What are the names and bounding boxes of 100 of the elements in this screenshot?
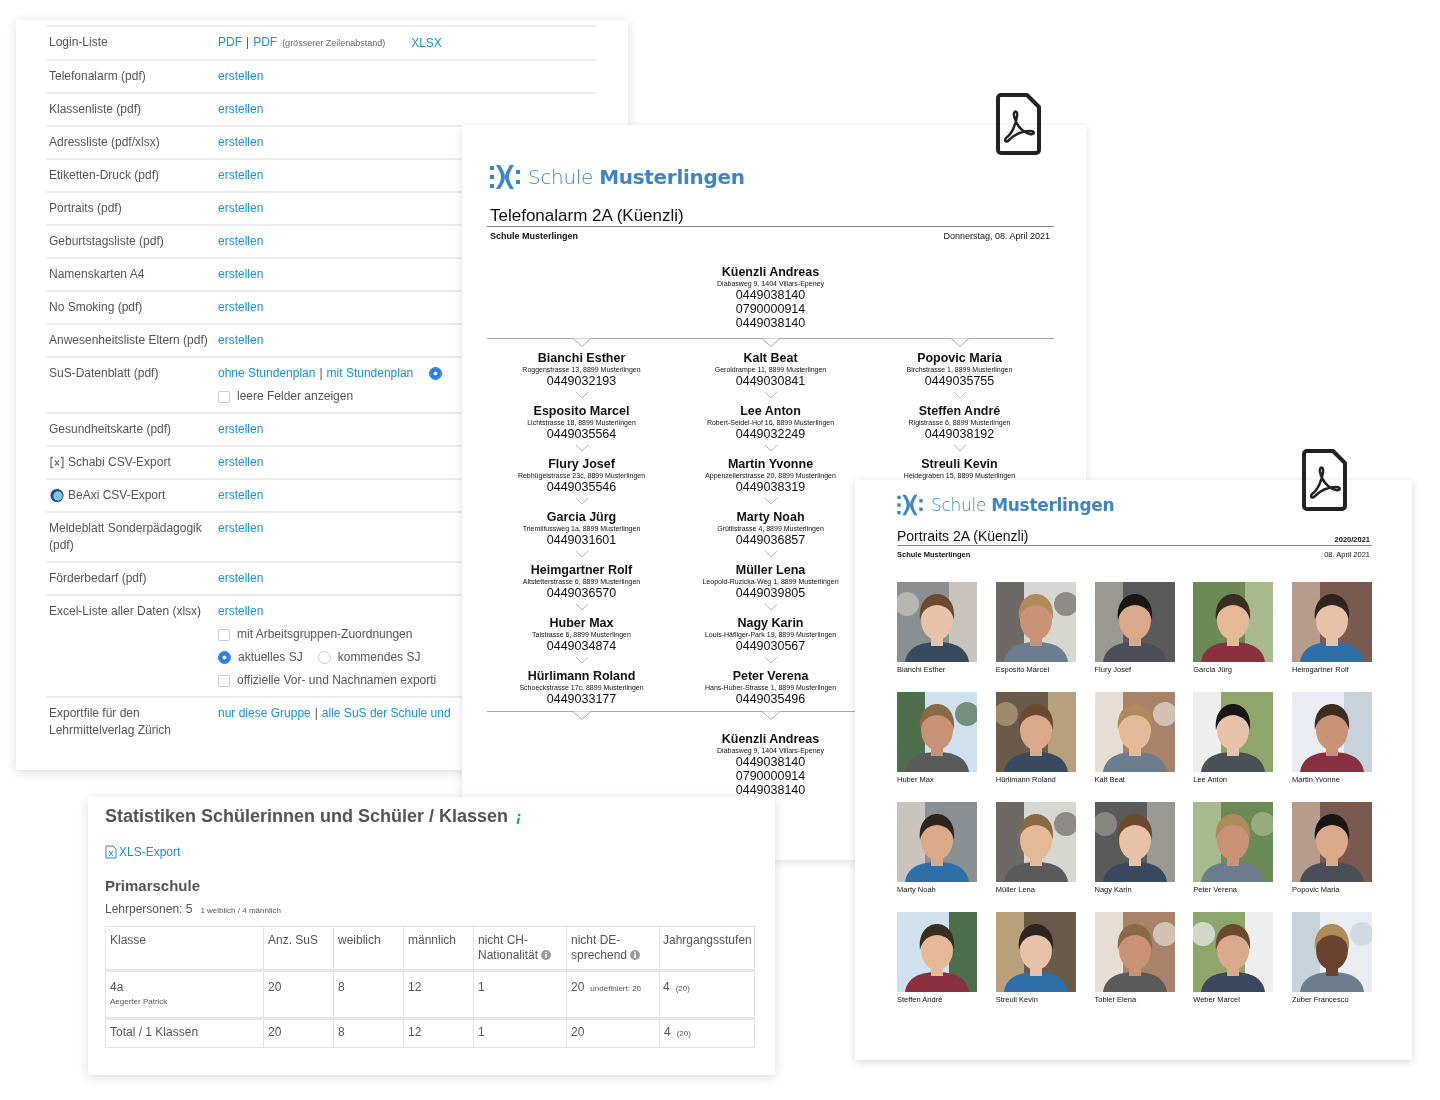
chevron-icon [574,391,589,399]
phone-number: 0449038140 [735,755,806,769]
row-label: Portraits (pdf) [49,200,122,217]
export-link[interactable]: erstellen [218,421,264,438]
phone-number: 0449038319 [735,480,806,494]
table-cell: 20 [571,980,585,994]
export-link[interactable]: erstellen [218,520,264,537]
person-name: Esposito Marcel [533,404,630,418]
radio-label: aktuelles SJ [238,649,303,666]
export-link[interactable]: erstellen [218,68,264,85]
table-cell: 4 [663,980,670,994]
person-name: Huber Max [549,616,614,630]
info-icon [515,813,522,825]
document-date: Donnerstag, 08. April 2021 [943,231,1050,241]
checkbox-label: leere Felder anzeigen [237,388,354,405]
row-label: Exportfile für den Lehrmittelverlag Zürich [49,705,173,739]
export-link[interactable]: alle SuS der Schule und [321,705,451,722]
phone-number: 0449032249 [735,427,806,441]
phone-number: 0449036570 [546,586,617,600]
table-cell: 20 [268,980,282,994]
school-logo-text: Schule Musterlingen [931,495,1115,515]
table-cell: 1 [478,980,485,994]
row-label: No Smoking (pdf) [49,299,143,316]
phone-number: 0449035755 [924,374,995,388]
pdf-file-icon [994,92,1042,156]
export-link[interactable]: erstellen [218,233,264,250]
person-name: Küenzli Andreas [721,265,820,279]
row-label: Login-Liste [49,34,108,51]
column-header: Jahrgangsstufen [663,933,752,947]
phone-number: 0790000914 [735,769,806,783]
chevron-icon [574,603,589,611]
phone-number: 0449038140 [735,316,806,330]
chevron-icon [952,444,967,452]
export-link[interactable]: erstellen [218,200,264,217]
logo-icon [490,164,520,190]
column-header: männlich [408,933,457,947]
phone-number: 0790000914 [735,302,806,316]
person-name: Marty Noah [736,510,805,524]
person-name: Küenzli Andreas [721,732,820,746]
row-label: Etiketten-Druck (pdf) [49,167,160,184]
column-header: nicht CH-Nationalität [478,933,539,962]
chevron-icon [763,656,778,664]
column-header: Klasse [110,933,147,947]
table-cell: 20 [571,1025,585,1039]
phone-number: 0449033177 [546,692,617,706]
row-label: SuS-Datenblatt (pdf) [49,365,159,382]
export-link[interactable]: erstellen [218,101,264,118]
person-name: Kalt Beat [743,351,798,365]
phone-number: 0449036857 [735,533,806,547]
export-link[interactable]: erstellen [218,167,264,184]
row-label: Schabi CSV-Export [68,454,171,471]
radio-button[interactable] [429,367,443,380]
phone-number: 0449038192 [924,427,995,441]
cell-note: undefiniert: 20 [590,984,642,993]
export-link[interactable]: mit Stundenplan [326,365,414,382]
table-cell: Total / 1 Klassen [110,1025,199,1039]
phone-number: 0449035546 [546,480,617,494]
export-link[interactable]: erstellen [218,603,264,620]
checkbox[interactable] [218,674,230,687]
export-link[interactable]: erstellen [218,570,264,587]
export-link[interactable]: PDF [253,34,278,51]
xls-export-link[interactable]: XLS-Export [105,845,181,859]
row-label: Namenskarten A4 [49,266,145,283]
radio-button[interactable] [218,651,231,664]
cell-subtext: Aegerter Patrick [110,997,169,1007]
person-name: Peter Verena [732,669,809,683]
checkbox[interactable] [218,390,230,403]
export-link[interactable]: erstellen [218,487,264,504]
checkbox[interactable] [218,628,230,641]
column-header: Anz. SuS [268,933,319,947]
chevron-icon [952,391,967,399]
export-link[interactable]: erstellen [218,454,264,471]
phone-number: 0449038140 [735,783,806,797]
separator: | [314,705,318,722]
export-link[interactable]: erstellen [218,299,264,316]
logo-icon [897,494,923,516]
document-title: Portraits 2A (Küenzli) [897,528,1029,544]
person-name: Lee Anton [740,404,801,418]
phone-number: 0449039805 [735,586,806,600]
person-name: Heimgartner Rolf [530,563,633,577]
radio-label: kommendes SJ [337,649,421,666]
export-link[interactable]: nur diese Gruppe [218,705,311,722]
section-title: Primarschule [105,877,202,894]
export-link[interactable]: erstellen [218,134,264,151]
phone-number: 0449031601 [546,533,617,547]
export-link[interactable]: ohne Stundenplan [218,365,316,382]
radio-button[interactable] [317,651,331,664]
column-header: weiblich [338,933,381,947]
export-link[interactable]: PDF [218,34,242,51]
cell-note: (20) [676,1029,691,1038]
table-cell: 4a [110,980,124,994]
checkbox-label: mit Arbeitsgruppen-Zuordnungen [237,626,413,643]
export-link[interactable]: erstellen [218,332,264,349]
export-link[interactable]: XLSX [411,34,442,52]
chevron-icon [574,656,589,664]
phone-number: 0449030567 [735,639,806,653]
export-link[interactable]: erstellen [218,266,264,283]
table-cell: 1 [478,1025,485,1039]
separator: | [319,365,323,382]
person-name: Nagy Karin [737,616,804,630]
